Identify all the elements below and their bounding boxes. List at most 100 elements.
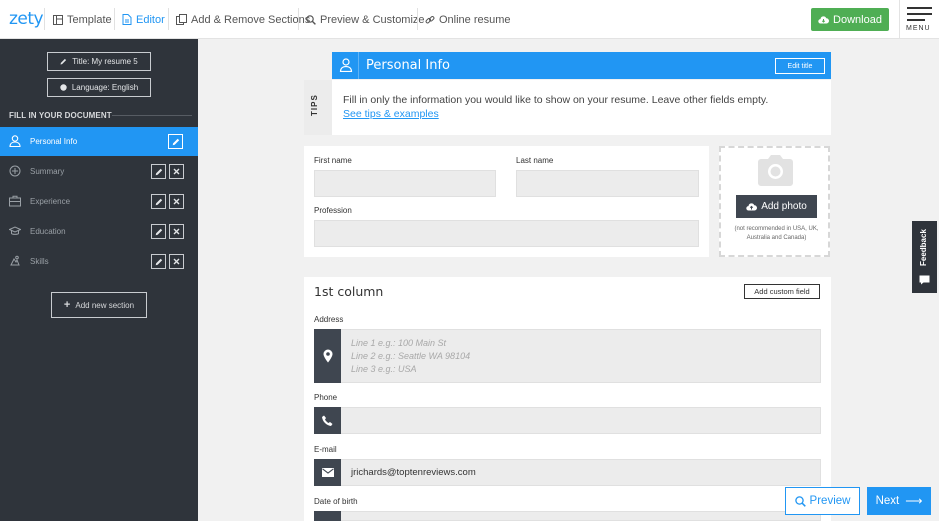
section-header: Personal Info Edit title [332, 52, 831, 79]
menu-label: MENU [906, 25, 931, 32]
delete-button[interactable] [169, 224, 184, 239]
date-of-birth-field[interactable] [314, 511, 821, 521]
preview-label: Preview [809, 495, 851, 507]
top-bar: zety Template Editor Add & Remove Sectio… [0, 0, 939, 39]
download-label: Download [833, 13, 882, 26]
profession-field[interactable] [314, 220, 699, 247]
chat-icon [919, 275, 930, 285]
last-name-label: Last name [516, 156, 554, 165]
email-label: E-mail [314, 445, 337, 454]
pencil-icon [60, 58, 67, 65]
sidebar-item-personal-info[interactable]: Personal Info [0, 127, 198, 156]
tips-label: TIPS [310, 94, 319, 116]
edit-button[interactable] [151, 254, 166, 269]
edit-button[interactable] [151, 194, 166, 209]
sidebar-item-label: Experience [30, 197, 71, 206]
sidebar-item-skills[interactable]: Skills [0, 247, 198, 276]
divider [168, 8, 169, 30]
nav-editor[interactable]: Editor [122, 0, 165, 39]
location-pin-icon [314, 329, 341, 383]
add-custom-field-button[interactable]: Add custom field [744, 284, 820, 299]
sidebar-item-experience[interactable]: Experience [0, 187, 198, 216]
graduation-cap-icon [8, 225, 22, 239]
sidebar-item-education[interactable]: Education [0, 217, 198, 246]
tips-link[interactable]: See tips & examples [343, 108, 439, 120]
user-icon [9, 135, 21, 149]
fill-in-label: FILL IN YOUR DOCUMENT [9, 111, 112, 120]
tips-text: Fill in only the information you would l… [343, 94, 769, 106]
divider [114, 8, 115, 30]
photo-upload[interactable]: Add photo (not recommended in USA, UK, A… [719, 146, 830, 257]
language-button-label: Language: English [71, 83, 139, 92]
sidebar-item-label: Summary [30, 167, 65, 176]
nav-editor-label: Editor [136, 13, 165, 26]
title-button[interactable]: Title: My resume 5 [47, 52, 151, 71]
calendar-icon [314, 511, 341, 521]
divider [417, 8, 418, 30]
sections-icon [176, 14, 187, 25]
pencil-icon [155, 168, 162, 175]
divider [44, 8, 45, 30]
sidebar-item-label: Personal Info [30, 137, 78, 146]
add-photo-label: Add photo [761, 201, 807, 212]
date-of-birth-label: Date of birth [314, 497, 358, 506]
close-icon [173, 228, 180, 235]
edit-title-button[interactable]: Edit title [775, 58, 825, 74]
nav-sections-label: Add & Remove Sections [191, 13, 311, 26]
phone-field[interactable] [314, 407, 821, 434]
sidebar-item-label: Skills [30, 257, 49, 266]
divider [298, 8, 299, 30]
feedback-label: Feedback [919, 229, 928, 266]
menu-button[interactable]: MENU [899, 0, 939, 39]
tips-panel: TIPS Fill in only the information you wo… [304, 80, 831, 135]
editor-icon [122, 14, 132, 25]
edit-button[interactable] [151, 164, 166, 179]
summary-icon [9, 165, 21, 179]
next-label: Next [875, 495, 900, 507]
nav-online-resume[interactable]: Online resume [425, 0, 511, 39]
title-button-label: Title: My resume 5 [72, 57, 138, 66]
close-icon [173, 198, 180, 205]
phone-icon [314, 407, 341, 434]
nav-preview-label: Preview & Customize [320, 13, 425, 26]
column-title: 1st column [314, 284, 384, 299]
envelope-icon [314, 459, 341, 486]
add-new-section-button[interactable]: + Add new section [51, 292, 147, 318]
delete-button[interactable] [169, 164, 184, 179]
close-icon [173, 168, 180, 175]
camera-icon [758, 155, 793, 186]
delete-button[interactable] [169, 194, 184, 209]
search-icon [794, 495, 806, 507]
email-value: jrichards@toptenreviews.com [351, 467, 476, 478]
hamburger-icon [907, 7, 932, 25]
preview-button[interactable]: Preview [785, 487, 860, 515]
edit-button[interactable] [168, 134, 183, 149]
delete-button[interactable] [169, 254, 184, 269]
template-icon [53, 14, 63, 25]
user-icon [339, 58, 353, 77]
address-placeholder-line-1: Line 1 e.g.: 100 Main St [351, 338, 447, 348]
nav-template-label: Template [67, 13, 112, 26]
add-photo-button[interactable]: Add photo [736, 195, 817, 218]
first-name-field[interactable] [314, 170, 496, 197]
edit-button[interactable] [151, 224, 166, 239]
nav-preview-customize[interactable]: Preview & Customize [306, 0, 425, 39]
nav-online-resume-label: Online resume [439, 13, 511, 26]
pencil-icon [172, 138, 179, 145]
address-label: Address [314, 315, 344, 324]
cloud-download-icon [818, 15, 829, 23]
arrow-right-icon: ⟶ [905, 494, 923, 508]
divider [358, 52, 359, 79]
download-button[interactable]: Download [811, 8, 889, 31]
nav-template[interactable]: Template [53, 0, 112, 39]
language-button[interactable]: Language: English [47, 78, 151, 97]
nav-add-remove-sections[interactable]: Add & Remove Sections [176, 0, 310, 39]
feedback-tab[interactable]: Feedback [912, 221, 937, 293]
zety-logo[interactable]: zety [9, 9, 44, 29]
last-name-field[interactable] [516, 170, 699, 197]
pencil-icon [155, 198, 162, 205]
sidebar-item-summary[interactable]: Summary [0, 157, 198, 186]
next-button[interactable]: Next ⟶ [867, 487, 931, 515]
add-section-label: Add new section [75, 300, 135, 310]
address-placeholder-line-3: Line 3 e.g.: USA [351, 364, 417, 374]
